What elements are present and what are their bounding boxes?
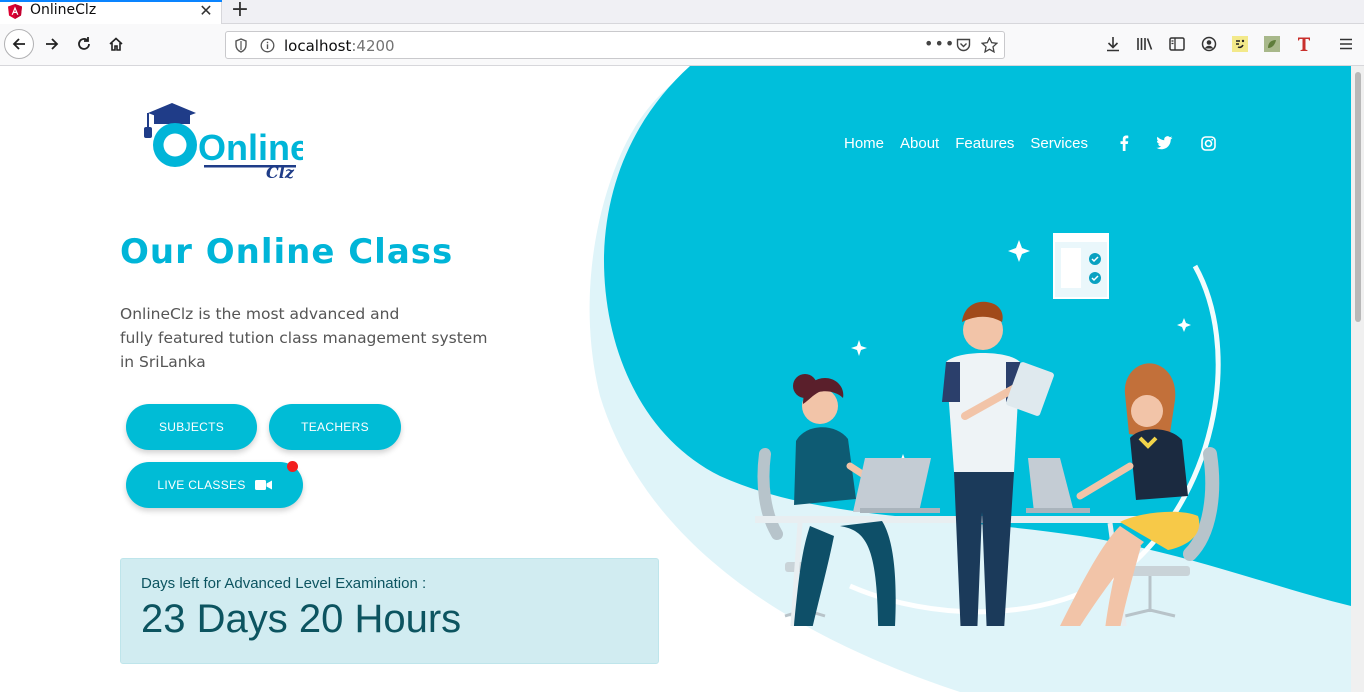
notification-dot xyxy=(287,461,298,472)
page-scrollbar[interactable] xyxy=(1351,66,1364,692)
teachers-button[interactable]: TEACHERS xyxy=(269,404,401,450)
back-button[interactable] xyxy=(4,29,34,59)
hero-description-line: in SriLanka xyxy=(120,353,206,371)
browser-tab-strip: OnlineClz ✕ + xyxy=(0,0,1364,24)
close-tab-icon[interactable]: ✕ xyxy=(196,1,216,21)
nav-link-about[interactable]: About xyxy=(900,135,939,152)
home-button[interactable] xyxy=(101,29,131,59)
arrow-right-icon xyxy=(46,38,59,50)
library-icon[interactable] xyxy=(1134,33,1156,55)
tab-title: OnlineClz xyxy=(30,2,97,18)
instagram-icon[interactable] xyxy=(1199,134,1217,152)
exam-countdown-alert: Days left for Advanced Level Examination… xyxy=(120,558,659,664)
live-classes-button-label: LIVE CLASSES xyxy=(157,478,246,492)
twitter-icon[interactable] xyxy=(1155,134,1173,152)
subjects-button[interactable]: SUBJECTS xyxy=(126,404,257,450)
browser-tab[interactable]: OnlineClz ✕ xyxy=(0,0,222,24)
info-icon[interactable] xyxy=(260,38,275,53)
extension-t-icon[interactable] xyxy=(1293,33,1315,55)
subjects-button-label: SUBJECTS xyxy=(158,420,225,434)
hero-description: OnlineClz is the most advanced and fully… xyxy=(120,302,487,374)
scrollbar-thumb[interactable] xyxy=(1355,72,1361,322)
page-actions-icon[interactable]: ••• xyxy=(924,34,955,53)
sidebar-icon[interactable] xyxy=(1166,33,1188,55)
hero-description-line: OnlineClz is the most advanced and xyxy=(120,305,400,323)
video-camera-icon xyxy=(254,479,272,491)
reload-icon xyxy=(78,37,90,50)
bookmark-star-icon[interactable] xyxy=(981,37,998,53)
onlineclz-logo[interactable]: Online Clz xyxy=(138,100,303,182)
address-bar[interactable]: localhost:4200 ••• xyxy=(225,31,1005,59)
forward-button[interactable] xyxy=(37,29,67,59)
page-viewport: Online Clz Home About Features Services … xyxy=(0,66,1351,692)
team-working-illustration xyxy=(755,233,1220,626)
nav-link-services[interactable]: Services xyxy=(1030,135,1088,152)
logo-subtext: Clz xyxy=(266,163,295,182)
browser-toolbar: localhost:4200 ••• xyxy=(0,24,1364,66)
countdown-label: Days left for Advanced Level Examination… xyxy=(141,575,427,592)
url-text[interactable]: localhost:4200 xyxy=(284,37,395,55)
nav-link-features[interactable]: Features xyxy=(955,135,1014,152)
hero-description-line: fully featured tution class management s… xyxy=(120,329,488,347)
angular-icon xyxy=(8,4,22,19)
teachers-button-label: TEACHERS xyxy=(301,420,369,434)
shield-icon[interactable] xyxy=(234,38,248,53)
facebook-icon[interactable] xyxy=(1115,134,1133,152)
account-icon[interactable] xyxy=(1198,33,1220,55)
arrow-left-icon xyxy=(12,38,25,50)
menu-icon[interactable] xyxy=(1335,33,1357,55)
nav-link-home[interactable]: Home xyxy=(844,135,884,152)
extension-leaf-icon[interactable] xyxy=(1261,33,1283,55)
live-classes-button[interactable]: LIVE CLASSES xyxy=(126,462,303,508)
reload-button[interactable] xyxy=(69,29,99,59)
extension-face-icon[interactable] xyxy=(1229,33,1251,55)
hero-title: Our Online Class xyxy=(120,232,454,272)
home-icon xyxy=(109,37,123,51)
pocket-icon[interactable] xyxy=(956,38,971,52)
new-tab-button[interactable]: + xyxy=(229,0,251,22)
main-nav: Home About Features Services xyxy=(844,133,1104,153)
countdown-value: 23 Days 20 Hours xyxy=(141,597,462,641)
download-icon[interactable] xyxy=(1102,33,1124,55)
logo-wordmark: Online xyxy=(198,127,303,168)
